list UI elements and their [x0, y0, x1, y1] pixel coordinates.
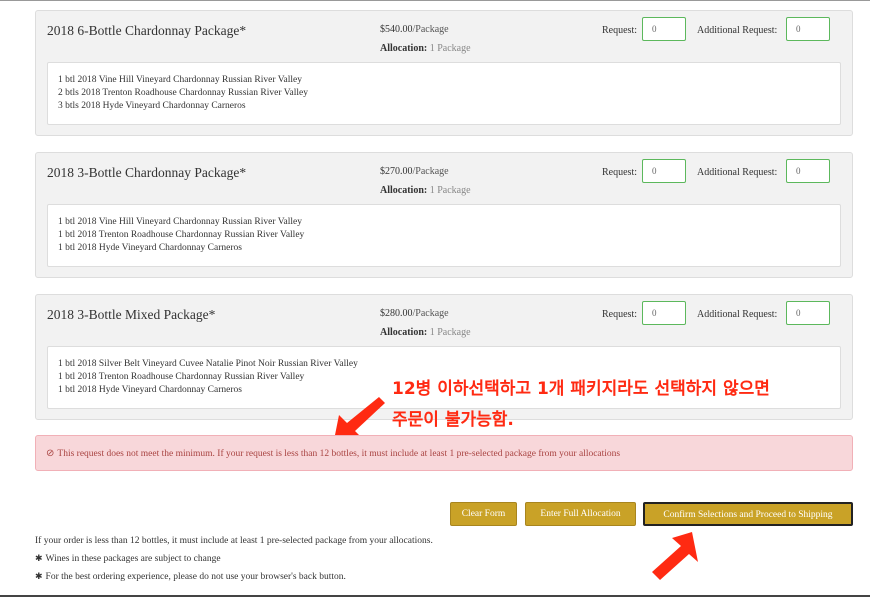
minimum-note: If your order is less than 12 bottles, i… — [35, 536, 433, 546]
top-divider — [0, 0, 870, 1]
confirm-proceed-button[interactable]: Confirm Selections and Proceed to Shippi… — [643, 502, 853, 526]
content-line: 1 btl 2018 Hyde Vineyard Chardonnay Carn… — [58, 243, 242, 253]
package-title: 2018 6-Bottle Chardonnay Package* — [47, 23, 247, 38]
request-input[interactable]: 0 — [642, 159, 686, 183]
note-bullet: ✱ For the best ordering experience, pleas… — [35, 572, 346, 582]
additional-request-label: Additional Request: — [697, 167, 778, 178]
package-title: 2018 3-Bottle Chardonnay Package* — [47, 165, 247, 180]
package-title: 2018 3-Bottle Mixed Package* — [47, 307, 216, 322]
content-line: 1 btl 2018 Vine Hill Vineyard Chardonnay… — [58, 217, 302, 227]
request-label: Request: — [602, 309, 637, 320]
additional-request-label: Additional Request: — [697, 25, 778, 36]
red-arrow-icon — [652, 532, 698, 580]
package-allocation: Allocation: 1 Package — [380, 185, 471, 196]
clear-form-button[interactable]: Clear Form — [450, 502, 517, 526]
additional-request-label: Additional Request: — [697, 309, 778, 320]
package-contents: 1 btl 2018 Vine Hill Vineyard Chardonnay… — [47, 204, 841, 267]
additional-request-input[interactable]: 0 — [786, 159, 830, 183]
minimum-alert: ⊘ This request does not meet the minimum.… — [35, 435, 853, 471]
enter-full-allocation-button[interactable]: Enter Full Allocation — [525, 502, 636, 526]
package-allocation: Allocation: 1 Package — [380, 43, 471, 54]
asterisk-icon: ✱ — [35, 554, 43, 564]
package-card: 2018 3-Bottle Mixed Package* $280.00/Pac… — [35, 294, 853, 420]
package-allocation: Allocation: 1 Package — [380, 327, 471, 338]
request-input[interactable]: 0 — [642, 301, 686, 325]
ban-icon: ⊘ — [46, 448, 55, 459]
package-price: $270.00/Package — [380, 166, 449, 177]
content-line: 2 btls 2018 Trenton Roadhouse Chardonnay… — [58, 88, 308, 98]
package-card: 2018 6-Bottle Chardonnay Package* $540.0… — [35, 10, 853, 136]
note-bullet: ✱ Wines in these packages are subject to … — [35, 554, 221, 564]
additional-request-input[interactable]: 0 — [786, 301, 830, 325]
annotation-line-1: 12병 이하선택하고 1개 패키지라도 선택하지 않으면 — [392, 379, 770, 399]
package-card: 2018 3-Bottle Chardonnay Package* $270.0… — [35, 152, 853, 278]
request-label: Request: — [602, 25, 637, 36]
request-input[interactable]: 0 — [642, 17, 686, 41]
content-line: 3 btls 2018 Hyde Vineyard Chardonnay Car… — [58, 101, 246, 111]
request-label: Request: — [602, 167, 637, 178]
additional-request-input[interactable]: 0 — [786, 17, 830, 41]
package-contents: 1 btl 2018 Vine Hill Vineyard Chardonnay… — [47, 62, 841, 125]
content-line: 1 btl 2018 Trenton Roadhouse Chardonnay … — [58, 230, 305, 240]
content-line: 1 btl 2018 Silver Belt Vineyard Cuvee Na… — [58, 359, 358, 369]
asterisk-icon: ✱ — [35, 572, 43, 582]
package-price: $280.00/Package — [380, 308, 449, 319]
annotation-line-2: 주문이 불가능함. — [392, 410, 514, 430]
alert-text: This request does not meet the minimum. … — [57, 449, 621, 459]
package-price: $540.00/Package — [380, 24, 449, 35]
content-line: 1 btl 2018 Vine Hill Vineyard Chardonnay… — [58, 75, 302, 85]
